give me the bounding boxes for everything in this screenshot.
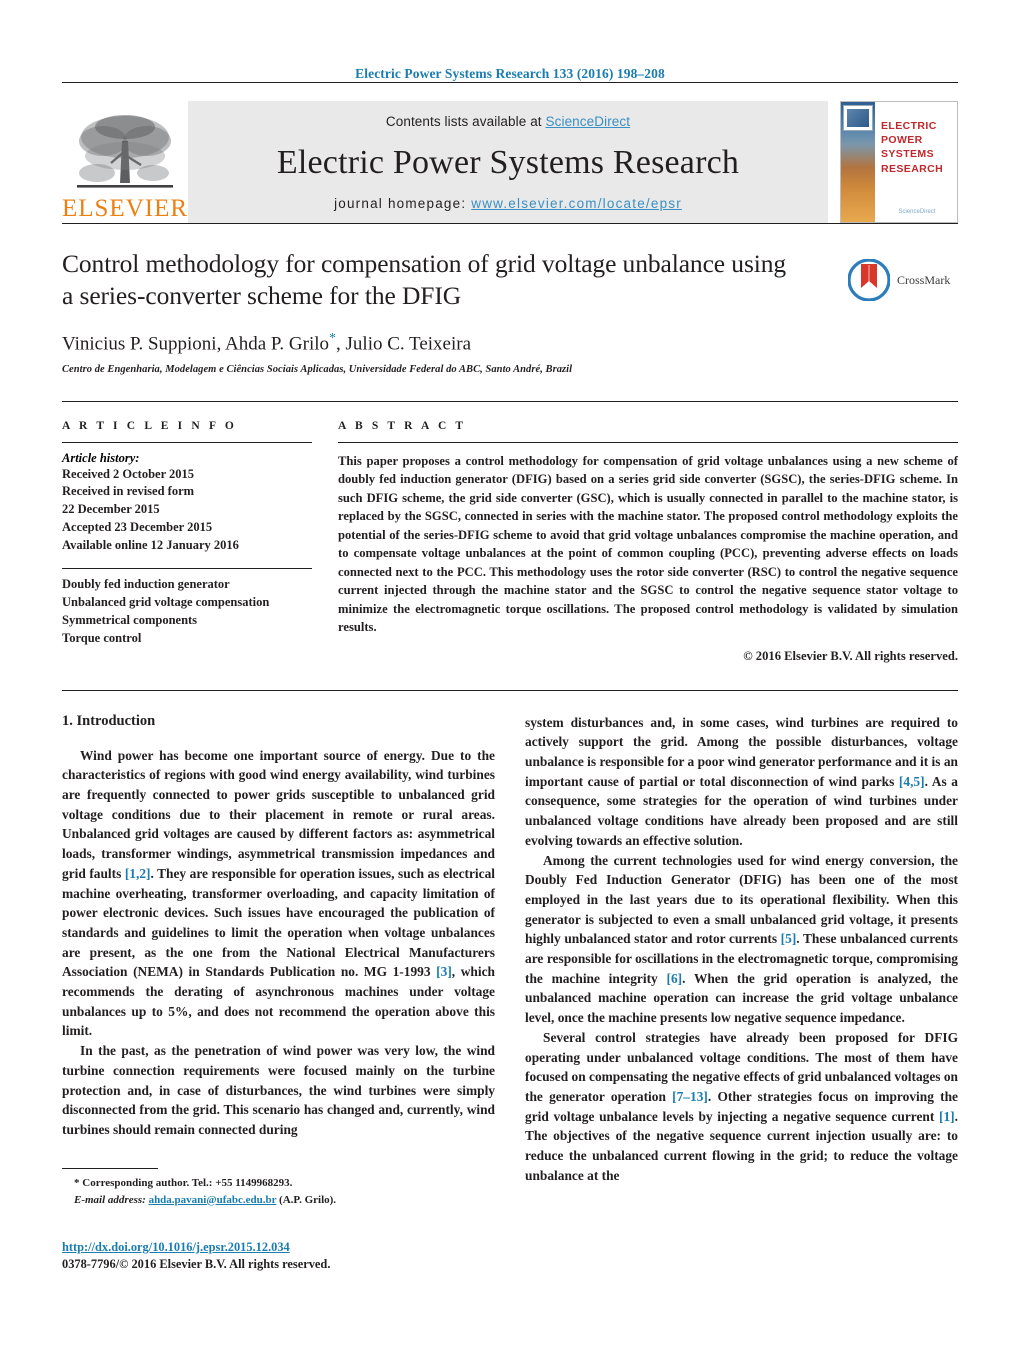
article-history-label: Article history: [62, 450, 140, 465]
history-line: Accepted 23 December 2015 [62, 519, 213, 534]
running-head: Electric Power Systems Research 133 (201… [355, 66, 665, 81]
abstract-separator-rule [62, 689, 958, 691]
paragraph: Among the current technologies used for … [525, 852, 959, 1026]
footnote-rule [62, 1168, 158, 1169]
banner-top-rule [62, 82, 958, 83]
journal-homepage-link[interactable]: www.elsevier.com/locate/epsr [471, 196, 682, 211]
body-column-right: system disturbances and, in some cases, … [525, 713, 958, 1186]
email-label: E-mail address: [74, 1193, 146, 1206]
citation-reference[interactable]: [1] [939, 1109, 955, 1124]
journal-banner-center: Contents lists available at ScienceDirec… [188, 101, 828, 223]
author-list: Vinicius P. Suppioni, Ahda P. Grilo*, Ju… [62, 331, 958, 355]
footnote-block: * Corresponding author. Tel.: +55 114996… [62, 1168, 492, 1208]
abstract-column: A B S T R A C T This paper proposes a co… [338, 420, 958, 664]
journal-title: Electric Power Systems Research [276, 143, 740, 181]
keyword-item: Doubly fed induction generator [62, 577, 230, 592]
corresponding-author-note: * Corresponding author. Tel.: +55 114996… [74, 1177, 293, 1189]
affiliation: Centro de Engenharia, Modelagem e Ciênci… [62, 363, 573, 375]
abstract-copyright: © 2016 Elsevier B.V. All rights reserved… [743, 648, 958, 663]
info-abstract-region: A R T I C L E I N F O Article history: R… [62, 420, 958, 664]
citation-reference[interactable]: [4,5] [899, 774, 925, 789]
history-line: Available online 12 January 2016 [62, 537, 239, 552]
homepage-prefix: journal homepage: [334, 196, 472, 211]
paragraph: system disturbances and, in some cases, … [525, 714, 958, 848]
citation-reference[interactable]: [7–13] [672, 1089, 708, 1104]
abstract-rule [338, 441, 958, 443]
elsevier-tree-icon [77, 115, 173, 188]
crossmark-icon [847, 258, 891, 302]
body-columns: 1. Introduction Wind power has become on… [62, 713, 958, 1186]
section-heading-introduction: 1. Introduction [62, 712, 156, 729]
email-note: E-mail address: ahda.pavani@ufabc.edu.br… [62, 1192, 492, 1209]
crossmark-badge[interactable]: CrossMark [847, 254, 958, 306]
cover-footer-text: ScienceDirect [898, 209, 936, 215]
abstract-text: This paper proposes a control methodolog… [338, 453, 958, 635]
corresponding-author-marker: * [329, 331, 337, 347]
body-column-left: 1. Introduction Wind power has become on… [62, 713, 495, 1186]
journal-cover-thumbnail: ELECTRIC POWER SYSTEMS RESEARCH ScienceD… [840, 101, 958, 223]
doi-link[interactable]: http://dx.doi.org/10.1016/j.epsr.2015.12… [62, 1240, 492, 1255]
history-line: Received in revised form [62, 484, 195, 499]
citation-reference[interactable]: [5] [781, 931, 797, 946]
keyword-item: Unbalanced grid voltage compensation [62, 595, 270, 610]
paragraph: In the past, as the penetration of wind … [62, 1043, 495, 1137]
article-info-column: A R T I C L E I N F O Article history: R… [62, 420, 312, 664]
citation-reference[interactable]: [3] [436, 964, 452, 979]
authors-main: Vinicius P. Suppioni, Ahda P. Grilo [62, 333, 330, 355]
elsevier-wordmark: ELSEVIER [61, 195, 189, 222]
elsevier-logo: ELSEVIER [62, 101, 188, 223]
abstract-heading: A B S T R A C T [338, 419, 467, 432]
journal-banner: ELSEVIER Contents lists available at Sci… [62, 101, 958, 223]
article-info-heading: A R T I C L E I N F O [62, 419, 237, 432]
footer-doi-block: http://dx.doi.org/10.1016/j.epsr.2015.12… [62, 1240, 492, 1272]
crossmark-label: CrossMark [897, 272, 951, 287]
sciencedirect-link[interactable]: ScienceDirect [546, 114, 631, 129]
cover-title: ELECTRIC POWER SYSTEMS RESEARCH [881, 119, 952, 176]
cover-publisher-mark [843, 105, 873, 131]
journal-homepage-line: journal homepage: www.elsevier.com/locat… [334, 196, 682, 211]
issn-copyright-line: 0378-7796/© 2016 Elsevier B.V. All right… [62, 1257, 331, 1271]
article-info-rule [62, 441, 312, 443]
citation-reference[interactable]: [6] [667, 971, 683, 986]
banner-bottom-rule [62, 223, 958, 224]
history-line: 22 December 2015 [62, 502, 160, 517]
keywords-rule [62, 568, 312, 570]
title-block: Control methodology for compensation of … [62, 248, 958, 375]
cover-title-line-2: SYSTEMS RESEARCH [881, 148, 944, 175]
authors-tail: , Julio C. Teixeira [336, 333, 472, 355]
history-line: Received 2 October 2015 [62, 466, 195, 481]
title-separator-rule [62, 400, 958, 402]
contents-line: Contents lists available at ScienceDirec… [386, 114, 630, 129]
citation-reference[interactable]: [1,2] [125, 866, 151, 881]
paragraph: Wind power has become one important sour… [62, 747, 496, 1039]
paper-page: Electric Power Systems Research 133 (201… [0, 0, 1020, 1351]
paragraph: Several control strategies have already … [525, 1029, 958, 1183]
cover-title-line-1: ELECTRIC POWER [881, 120, 937, 147]
page-title: Control methodology for compensation of … [62, 249, 787, 311]
email-suffix: (A.P. Grilo). [279, 1193, 337, 1206]
keyword-item: Torque control [62, 630, 142, 645]
keyword-item: Symmetrical components [62, 612, 198, 627]
contents-prefix: Contents lists available at [385, 114, 546, 129]
email-link[interactable]: ahda.pavani@ufabc.edu.br [149, 1194, 277, 1206]
